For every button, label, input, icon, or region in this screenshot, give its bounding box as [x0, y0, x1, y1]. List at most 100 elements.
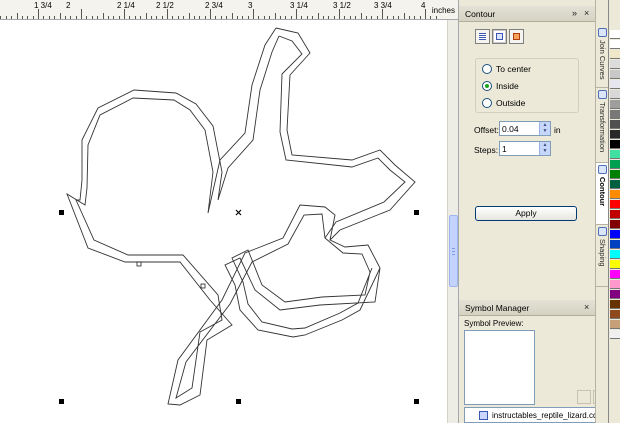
color-swatch[interactable] [610, 90, 620, 99]
handle-mid-left [59, 210, 64, 215]
inside-mode-button[interactable] [492, 29, 507, 44]
color-swatch[interactable] [610, 290, 620, 299]
ruler-tick [408, 16, 410, 19]
ruler-tick [317, 13, 319, 19]
color-swatch[interactable] [610, 250, 620, 259]
color-swatch[interactable] [610, 130, 620, 139]
color-swatch[interactable] [610, 120, 620, 129]
close-icon[interactable]: × [584, 8, 589, 18]
color-swatch[interactable] [610, 300, 620, 309]
color-swatch[interactable] [610, 70, 620, 79]
outside-mode-button[interactable] [509, 29, 524, 44]
ruler-tick [91, 16, 93, 19]
color-swatch[interactable] [610, 50, 620, 59]
ruler-tick [387, 16, 389, 19]
offset-unit: in [554, 125, 561, 135]
color-swatch[interactable] [610, 150, 620, 159]
color-swatch[interactable] [610, 80, 620, 89]
color-swatch[interactable] [610, 330, 620, 339]
color-swatch[interactable] [610, 240, 620, 249]
export-symbol-icon[interactable] [577, 390, 591, 404]
color-swatch[interactable] [610, 60, 620, 69]
color-swatch[interactable] [610, 140, 620, 149]
ruler-tick [263, 16, 265, 19]
symbol-library-item[interactable]: instructables_reptile_lizard.cdr [464, 407, 600, 423]
close-icon[interactable]: × [584, 302, 589, 312]
ruler-tick [27, 16, 29, 19]
symbol-preview-box [464, 330, 535, 405]
ruler-tick [285, 16, 287, 19]
drawing-canvas[interactable] [0, 20, 447, 423]
ruler-tick [322, 16, 324, 19]
ruler-tick [365, 16, 367, 19]
color-swatch[interactable] [610, 210, 620, 219]
lizard-inner-contour [75, 35, 406, 399]
ruler-tick [414, 16, 416, 19]
ruler-label: 2 [66, 1, 71, 10]
ruler-tick [344, 16, 346, 19]
color-swatch[interactable] [610, 260, 620, 269]
ruler-tick [269, 16, 271, 19]
transformation-icon [598, 90, 607, 99]
offset-label: Offset: [474, 125, 499, 135]
vertical-scrollbar[interactable] [447, 20, 458, 423]
ruler-tick [0, 16, 2, 19]
color-swatch[interactable] [610, 110, 620, 119]
ruler-tick [430, 16, 432, 19]
ruler-tick [64, 16, 66, 19]
offset-spinner[interactable]: ▲ ▼ [499, 121, 551, 136]
ruler-unit-label: inches [431, 6, 455, 15]
offset-input[interactable] [502, 123, 536, 134]
ruler-tick [306, 16, 308, 19]
ruler-tick [167, 9, 168, 19]
ruler-tick [204, 16, 206, 19]
ruler-tick [177, 16, 179, 19]
ruler-tick [86, 16, 88, 19]
steps-input[interactable] [502, 143, 536, 154]
docker-tabs: Join Curves Transformation Contour Shapi… [595, 0, 609, 423]
color-swatch[interactable] [610, 40, 620, 49]
ruler-tick [360, 13, 362, 19]
scrollbar-thumb[interactable] [449, 215, 458, 287]
ruler-tick [21, 16, 23, 19]
ruler-tick [296, 9, 297, 19]
steps-down-icon[interactable]: ▼ [539, 148, 550, 155]
expand-icon[interactable]: » [572, 8, 577, 18]
color-swatch[interactable] [610, 230, 620, 239]
color-swatch[interactable] [610, 320, 620, 329]
ruler-label: 3 1/4 [290, 1, 308, 10]
ruler-label: 3 1/2 [333, 1, 351, 10]
ruler-tick [301, 16, 303, 19]
to-center-mode-button[interactable] [475, 29, 490, 44]
color-swatch[interactable] [610, 280, 620, 289]
color-swatch[interactable] [610, 310, 620, 319]
color-swatch[interactable] [610, 190, 620, 199]
horizontal-ruler[interactable]: inches 1 3/4 2 2 1/4 2 1/2 2 3/4 3 3 1/4 3 1/2 3… [0, 0, 458, 20]
color-swatch[interactable] [610, 30, 620, 39]
color-swatch[interactable] [610, 200, 620, 209]
ruler-tick [59, 13, 61, 19]
shaping-icon [598, 227, 607, 236]
apply-button[interactable]: Apply [475, 206, 577, 221]
color-swatch[interactable] [610, 270, 620, 279]
color-swatch[interactable] [610, 180, 620, 189]
color-swatch[interactable] [610, 160, 620, 169]
color-swatch[interactable] [610, 220, 620, 229]
steps-spinner[interactable]: ▲ ▼ [499, 141, 551, 156]
join-curves-icon [598, 28, 607, 37]
ruler-tick [32, 16, 34, 19]
ruler-tick [392, 16, 394, 19]
offset-down-icon[interactable]: ▼ [539, 128, 550, 135]
ruler-tick [107, 16, 109, 19]
ruler-tick [425, 9, 426, 19]
ruler-tick [382, 9, 383, 19]
ruler-tick [161, 16, 163, 19]
color-swatch[interactable] [610, 100, 620, 109]
color-swatch[interactable] [610, 170, 620, 179]
rotation-center-marker [235, 209, 242, 216]
lizard-drawing[interactable] [0, 20, 447, 423]
color-palette[interactable] [608, 0, 620, 423]
ruler-tick [5, 16, 7, 19]
ruler-tick [124, 9, 125, 19]
ruler-tick [355, 16, 357, 19]
